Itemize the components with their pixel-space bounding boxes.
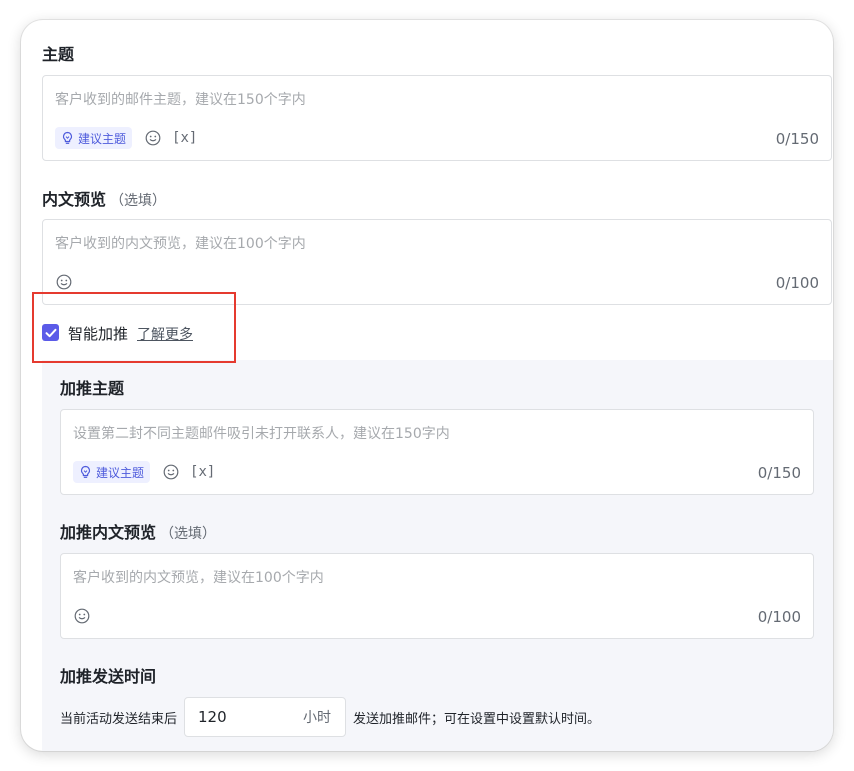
preview-title: 内文预览 （选填） (42, 186, 166, 210)
check-icon (45, 328, 56, 337)
subject-title: 主题 (42, 41, 74, 65)
subject-toolbar: 建议主题 [x] (55, 127, 197, 149)
suggest-boost-subject-label: 建议主题 (96, 465, 145, 480)
smart-boost-label: 智能加推 (68, 325, 129, 343)
suggest-boost-subject-button[interactable]: 建议主题 (73, 461, 151, 483)
lightbulb-icon (80, 465, 91, 478)
subject-title-text: 主题 (42, 45, 75, 64)
learn-more-link[interactable]: 了解更多 (137, 324, 193, 344)
hours-value: 120 (198, 708, 227, 726)
boost-subject-counter: 0/150 (757, 464, 801, 482)
insert-variable-button[interactable]: [x] (190, 464, 215, 480)
send-time-title: 加推发送时间 (60, 663, 156, 687)
suggest-subject-button[interactable]: 建议主题 (55, 127, 133, 149)
preview-counter: 0/100 (775, 274, 819, 292)
boost-subject-title: 加推主题 (60, 375, 124, 399)
boost-preview-title-text: 加推内文预览 (60, 523, 157, 542)
email-settings-card: 主题 客户收到的邮件主题，建议在150个字内 建议主题 [x] 0/150 内文… (21, 20, 833, 751)
insert-variable-button[interactable]: [x] (172, 130, 197, 146)
preview-optional-tag: （选填） (110, 193, 167, 209)
hours-unit: 小时 (303, 710, 332, 726)
boost-preview-toolbar (73, 605, 91, 627)
boost-preview-placeholder: 客户收到的内文预览，建议在100个字内 (73, 570, 324, 586)
smiley-icon[interactable] (73, 607, 91, 625)
lightbulb-icon (62, 131, 73, 144)
boost-preview-title: 加推内文预览 （选填） (60, 519, 216, 543)
preview-title-text: 内文预览 (42, 190, 107, 209)
boost-subject-title-text: 加推主题 (60, 379, 125, 398)
smiley-icon[interactable] (144, 129, 162, 147)
preview-toolbar (55, 271, 73, 293)
boost-subject-toolbar: 建议主题 [x] (73, 461, 215, 483)
hours-input[interactable]: 120 小时 (184, 697, 347, 737)
boost-preview-counter: 0/100 (757, 608, 801, 626)
subject-field[interactable]: 客户收到的邮件主题，建议在150个字内 建议主题 [x] 0/150 (42, 75, 832, 161)
suggest-subject-label: 建议主题 (78, 131, 127, 146)
smiley-icon[interactable] (162, 463, 180, 481)
preview-field[interactable]: 客户收到的内文预览，建议在100个字内 0/100 (42, 219, 832, 305)
boost-preview-optional-tag: （选填） (160, 526, 217, 542)
send-time-row: 当前活动发送结束后 120 小时 发送加推邮件；可在设置中设置默认时间。 (60, 697, 600, 737)
boost-preview-field[interactable]: 客户收到的内文预览，建议在100个字内 0/100 (60, 553, 814, 639)
boost-subject-placeholder: 设置第二封不同主题邮件吸引未打开联系人，建议在150字内 (73, 426, 450, 442)
boost-subject-field[interactable]: 设置第二封不同主题邮件吸引未打开联系人，建议在150字内 建议主题 [x] 0/… (60, 409, 814, 495)
subject-counter: 0/150 (775, 130, 819, 148)
send-time-suffix: 发送加推邮件；可在设置中设置默认时间。 (353, 711, 601, 727)
smiley-icon[interactable] (55, 273, 73, 291)
send-time-prefix: 当前活动发送结束后 (60, 711, 178, 727)
smart-boost-checkbox[interactable] (42, 324, 59, 341)
subject-placeholder: 客户收到的邮件主题，建议在150个字内 (55, 92, 306, 108)
send-time-title-text: 加推发送时间 (60, 667, 157, 686)
preview-placeholder: 客户收到的内文预览，建议在100个字内 (55, 236, 306, 252)
